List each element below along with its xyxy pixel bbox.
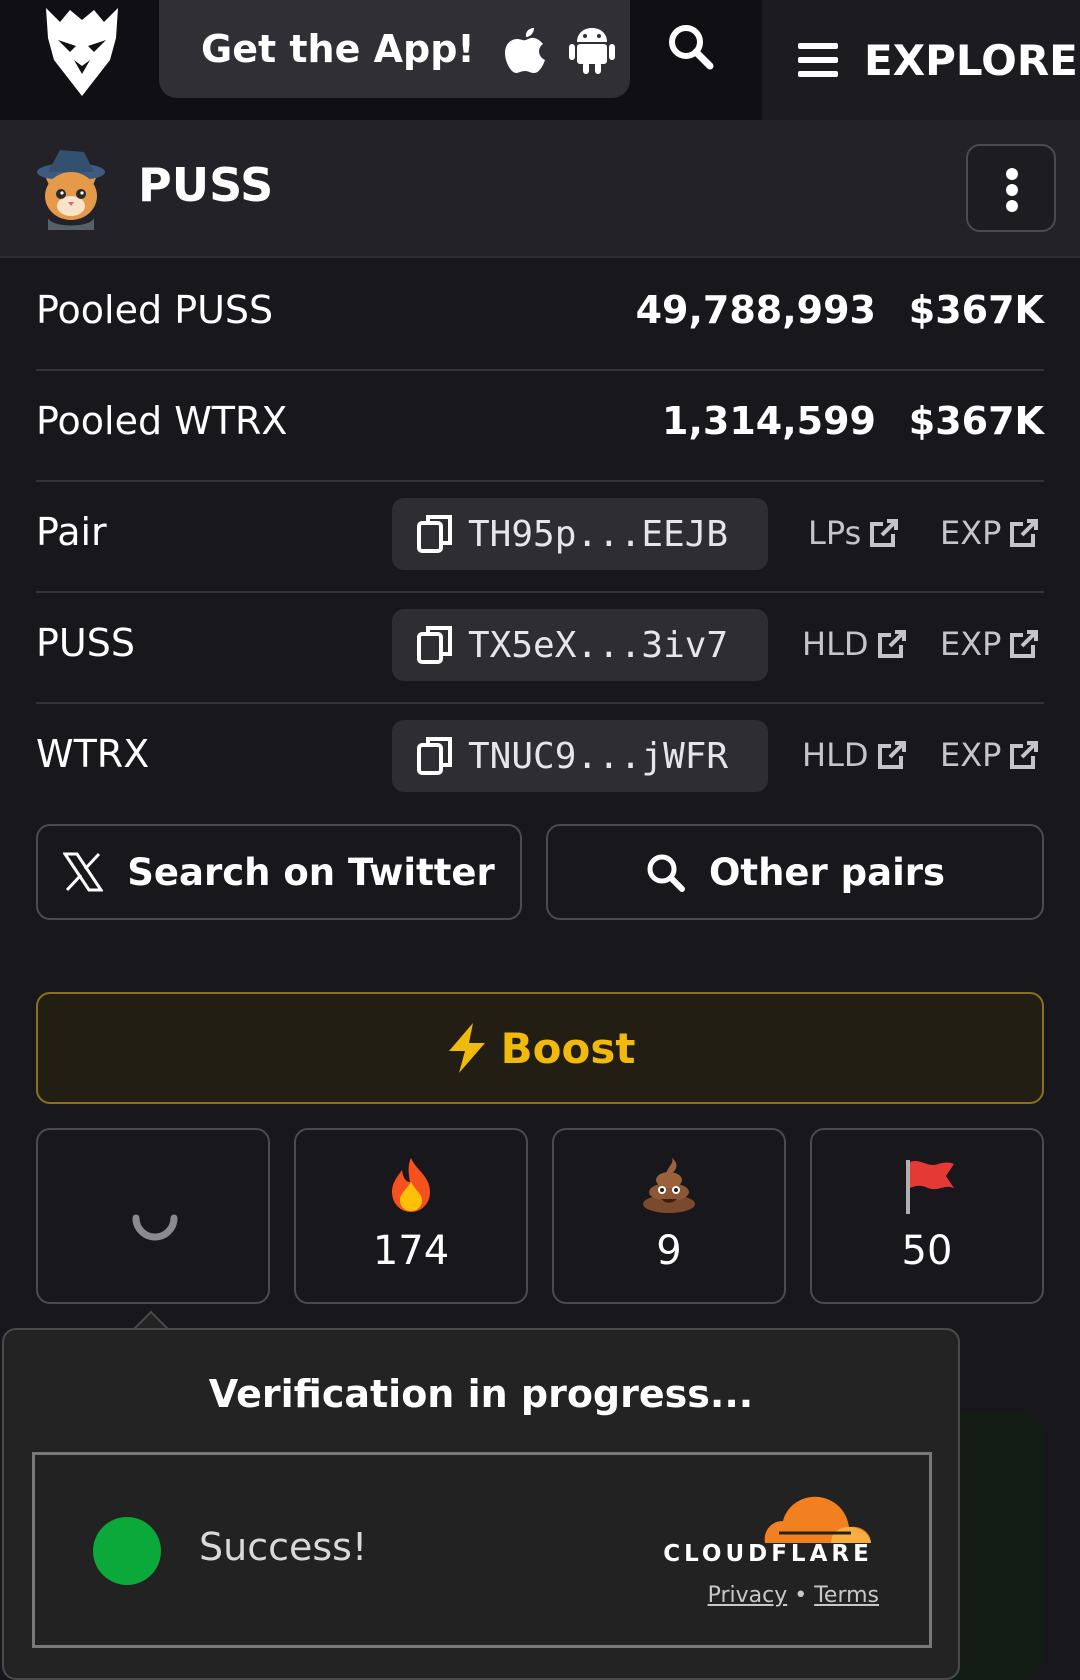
boost-button[interactable]: Boost [36,992,1044,1104]
external-link-icon [1010,519,1039,547]
reaction-red-flag[interactable]: 50 [810,1128,1044,1304]
explore-label: EXPLORE [864,35,1078,85]
link-label: LPs [808,514,862,552]
search-twitter-button[interactable]: Search on Twitter [36,824,522,920]
pooled-usd: $367K [908,399,1044,443]
pooled-amount: 49,788,993 [635,288,876,332]
token-name: PUSS [138,158,274,212]
get-app-label: Get the App! [201,27,475,71]
external-link-icon [877,630,906,658]
poop-icon [643,1158,695,1213]
other-pairs-button[interactable]: Other pairs [546,824,1044,920]
pooled-amount: 1,314,599 [662,399,876,443]
holders-link[interactable]: HLD [802,625,907,663]
external-link-icon [877,741,906,769]
hamburger-menu-icon [798,43,838,77]
external-link-icon [1010,630,1039,658]
address-label: WTRX [36,732,150,776]
link-label: HLD [802,736,869,774]
reaction-loading[interactable] [36,1128,270,1304]
more-dots-icon [1006,168,1018,180]
copy-address-button[interactable]: TX5eX...3iv7 [392,609,768,681]
x-twitter-icon [63,852,104,892]
holders-link[interactable]: HLD [802,736,907,774]
external-link-icon [1010,741,1039,769]
cloudflare-links: Privacy • Terms [655,1583,879,1608]
address-label: Pair [36,510,107,554]
verification-popup: Verification in progress... Success! CLO… [2,1328,960,1680]
eagle-logo-icon[interactable] [40,4,124,98]
lps-link[interactable]: LPs [808,514,899,552]
address-code: TH95p...EEJB [468,513,729,555]
top-nav-bar: Get the App! EXPLORE [0,0,1080,120]
address-code: TX5eX...3iv7 [468,624,729,666]
reaction-count: 50 [901,1228,953,1274]
pooled-row: Pooled PUSS 49,788,993 $367K [36,260,1044,371]
red-flag-icon [906,1160,954,1214]
privacy-link[interactable]: Privacy [708,1583,788,1608]
link-label: EXP [940,514,1002,552]
address-row-quote: WTRX TNUC9...jWFR HLD EXP [36,704,1044,815]
token-header: PUSS [0,120,1080,258]
reaction-poop[interactable]: 9 [552,1128,786,1304]
search-icon [647,854,685,892]
address-code: TNUC9...jWFR [468,735,729,777]
explorer-link[interactable]: EXP [940,625,1039,663]
loading-spinner-icon [132,1214,178,1241]
explorer-link[interactable]: EXP [940,736,1039,774]
link-separator: • [794,1583,808,1608]
terms-link[interactable]: Terms [814,1583,879,1608]
pooled-row: Pooled WTRX 1,314,599 $367K [36,371,1044,482]
more-options-button[interactable] [966,144,1056,232]
pooled-usd: $367K [908,288,1044,332]
other-pairs-label: Other pairs [708,850,946,894]
address-label: PUSS [36,621,135,665]
copy-icon [417,515,452,553]
copy-address-button[interactable]: TH95p...EEJB [392,498,768,570]
reaction-fire[interactable]: 174 [294,1128,528,1304]
link-label: HLD [802,625,869,663]
address-row-pair: Pair TH95p...EEJB LPs EXP [36,482,1044,593]
success-check-icon [93,1517,161,1585]
boost-label: Boost [500,1023,636,1073]
pooled-label: Pooled PUSS [36,288,274,332]
copy-icon [417,626,452,664]
copy-icon [417,737,452,775]
reaction-count: 174 [372,1228,450,1274]
apple-icon [504,28,545,73]
explorer-link[interactable]: EXP [940,514,1039,552]
verification-title: Verification in progress... [208,1372,754,1416]
cloudflare-widget: Success! CLOUDFLARE Privacy • Terms [32,1452,932,1648]
copy-address-button[interactable]: TNUC9...jWFR [392,720,768,792]
search-icon[interactable] [666,22,714,70]
explore-menu-button[interactable]: EXPLORE [762,0,1080,120]
reaction-count: 9 [656,1228,682,1274]
external-link-icon [870,519,899,547]
fire-icon [392,1158,430,1212]
address-row-token: PUSS TX5eX...3iv7 HLD EXP [36,593,1044,704]
verification-status: Success! [199,1525,368,1569]
lightning-bolt-icon [448,1023,485,1073]
cloudflare-wordmark: CLOUDFLARE [663,1541,873,1567]
link-label: EXP [940,625,1002,663]
get-app-button[interactable]: Get the App! [159,0,630,98]
search-twitter-label: Search on Twitter [127,850,495,894]
android-icon [568,28,615,74]
pooled-label: Pooled WTRX [36,399,288,443]
link-label: EXP [940,736,1002,774]
token-avatar [37,150,105,230]
